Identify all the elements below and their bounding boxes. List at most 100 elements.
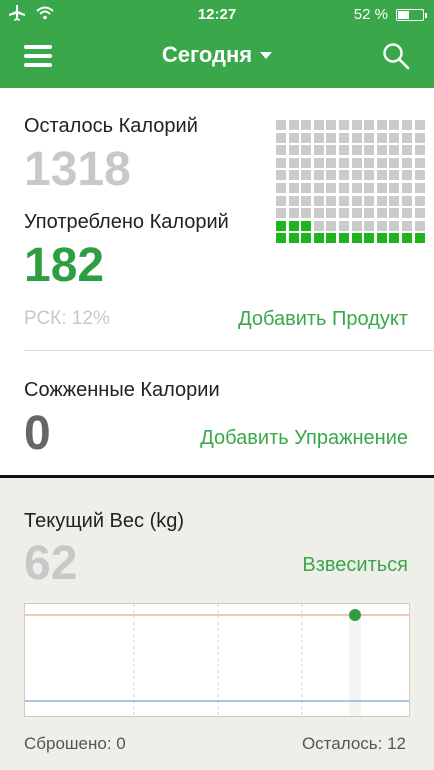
grid-cell [414,233,425,244]
grid-cell [338,170,349,181]
grid-cell [376,145,387,156]
grid-cell [288,132,299,143]
grid-cell [351,157,362,168]
caret-down-icon [260,51,273,59]
grid-cell [288,208,299,219]
weight-remaining-label: Осталось: 12 [301,734,406,753]
grid-cell [326,233,337,244]
grid-cell [376,195,387,206]
grid-cell [401,220,412,231]
grid-cell [389,220,400,231]
grid-cell [389,182,400,193]
grid-cell [276,220,286,231]
status-bar: 12:27 52 % [0,0,434,30]
grid-cell [338,120,349,130]
grid-cell [301,233,312,244]
grid-cell [401,170,412,181]
grid-cell [414,170,425,181]
grid-cell [338,208,349,219]
grid-cell [288,170,299,181]
grid-cell [389,208,400,219]
battery-percent: 52 % [353,6,388,23]
grid-cell [414,182,425,193]
grid-cell [389,157,400,168]
grid-cell [376,132,387,143]
current-weight-value: 62 [24,537,78,590]
grid-cell [401,157,412,168]
grid-cell [364,145,375,156]
grid-cell [326,195,337,206]
grid-cell [276,182,286,193]
grid-cell [338,195,349,206]
grid-cell [364,170,375,181]
grid-cell [313,132,324,143]
grid-cell [313,208,324,219]
grid-cell [288,220,299,231]
grid-cell [414,132,425,143]
grid-cell [351,220,362,231]
burned-section: Сожженные Калории 0 Добавить Упражнение [0,351,434,475]
grid-cell [288,182,299,193]
status-icons-right: 52 % [353,6,427,23]
grid-cell [276,170,286,181]
grid-cell [389,195,400,206]
grid-cell [338,233,349,244]
grid-cell [376,170,387,181]
grid-cell [351,120,362,130]
add-food-link[interactable]: Добавить Продукт [238,308,408,331]
grid-cell [301,145,312,156]
rsk-label: РСК: 12% [24,308,110,329]
grid-cell [301,195,312,206]
remaining-calories-value: 1318 [24,143,131,196]
header-title-wrap: Сегодня [0,42,434,68]
grid-cell [301,220,312,231]
grid-cell [301,208,312,219]
weigh-in-link[interactable]: Взвеситься [302,554,408,577]
grid-cell [313,233,324,244]
grid-cell [338,220,349,231]
battery-icon [396,8,427,21]
grid-cell [326,220,337,231]
grid-cell [313,182,324,193]
grid-cell [364,208,375,219]
grid-cell [389,145,400,156]
grid-cell [326,157,337,168]
burned-calories-value: 0 [24,407,51,460]
grid-cell [401,233,412,244]
grid-cell [288,195,299,206]
weight-lost-label: Сброшено: 0 [24,734,126,753]
grid-cell [414,195,425,206]
grid-cell [376,233,387,244]
grid-cell [389,233,400,244]
grid-cell [351,145,362,156]
burned-calories-label: Сожженные Калории [24,379,220,401]
grid-cell [276,132,286,143]
grid-cell [376,157,387,168]
grid-cell [288,233,299,244]
grid-cell [313,145,324,156]
grid-cell [288,145,299,156]
grid-cell [351,208,362,219]
grid-cell [351,195,362,206]
app-header: 12:27 52 % Сегодня [0,0,434,88]
calories-section: Осталось Калорий 1318 Употреблено Калори… [0,88,434,350]
grid-cell [288,157,299,168]
grid-cell [276,145,286,156]
grid-cell [338,157,349,168]
date-dropdown[interactable]: Сегодня [162,42,273,68]
search-icon[interactable] [382,42,410,70]
grid-cell [389,120,400,130]
grid-cell [364,182,375,193]
grid-cell [401,120,412,130]
grid-cell [313,157,324,168]
grid-cell [376,120,387,130]
add-exercise-link[interactable]: Добавить Упражнение [200,427,408,450]
grid-cell [364,233,375,244]
grid-cell [301,132,312,143]
consumed-calories-label: Употреблено Калорий [24,211,229,233]
current-weight-point [349,609,361,621]
grid-cell [338,132,349,143]
grid-cell [389,132,400,143]
weight-section: Текущий Вес (kg) 62 Взвеситься Сброшено:… [0,478,434,770]
grid-cell [326,132,337,143]
